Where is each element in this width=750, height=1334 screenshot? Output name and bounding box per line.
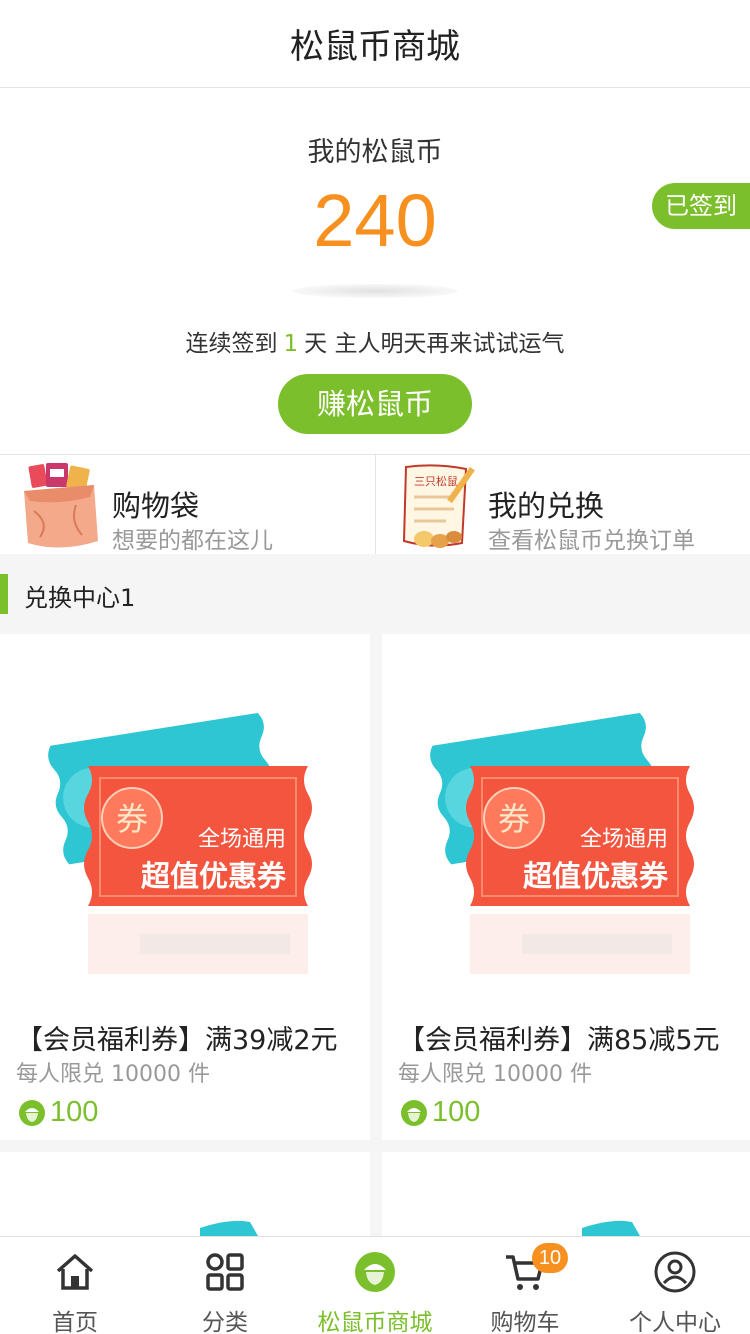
cart-count-badge: 10: [532, 1243, 568, 1273]
streak-days: 1: [283, 331, 299, 357]
page-title: 松鼠币商城: [290, 27, 460, 67]
svg-text:三只松鼠: 三只松鼠: [414, 474, 458, 488]
nav-header: 松鼠币商城: [0, 0, 750, 88]
tab-category[interactable]: 分类: [150, 1237, 300, 1334]
shortcut-title: 我的兑换: [488, 489, 605, 523]
streak-suffix: 天 主人明天再来试试运气: [304, 331, 565, 357]
shortcut-title: 购物袋: [112, 489, 200, 523]
coupon-image: [200, 1220, 258, 1236]
tab-label: 松鼠币商城: [317, 1310, 433, 1334]
grid-icon: [206, 1253, 244, 1291]
app-root: 松鼠币商城 我的松鼠币 240 已签到 连续签到 1 天 主人明天再来试试运气 赚松…: [0, 0, 750, 1334]
earn-coins-button[interactable]: 赚松鼠币: [278, 374, 472, 434]
product-price-value: 100: [50, 1096, 99, 1128]
coupon-big-text: 超值优惠券: [141, 859, 287, 893]
coin-panel: 我的松鼠币 240 已签到 连续签到 1 天 主人明天再来试试运气 赚松鼠币: [0, 88, 750, 454]
coin-shadow: [292, 284, 458, 298]
product-limit: 每人限兑 10000 件: [398, 1062, 592, 1087]
shortcut-my-exchange[interactable]: 三只松鼠 我的兑换 查看松鼠币兑换订单: [375, 455, 750, 555]
sign-streak-text: 连续签到 1 天 主人明天再来试试运气: [0, 324, 750, 358]
home-icon: [56, 1254, 94, 1290]
coupon-stamp: 券: [116, 800, 148, 838]
shortcut-shopping-bag[interactable]: 购物袋 想要的都在这儿: [0, 455, 375, 555]
product-name: 【会员福利券】满39减2元: [16, 1025, 338, 1056]
coupon-stamp: 券: [498, 800, 530, 838]
coupon-small-text: 全场通用: [198, 827, 286, 852]
bottom-tab-bar: 首页 分类 松鼠币商城 10 购物车 个人中心: [0, 1236, 750, 1334]
section-accent-bar: [0, 574, 8, 614]
exchange-list-icon: 三只松鼠: [402, 464, 475, 548]
streak-prefix: 连续签到: [185, 331, 278, 357]
coupon-image: 券 全场通用 超值优惠券: [430, 712, 694, 974]
coupon-big-text: 超值优惠券: [523, 859, 669, 893]
tab-cart[interactable]: 10 购物车: [450, 1237, 600, 1334]
tab-label: 首页: [52, 1310, 98, 1334]
signed-in-badge[interactable]: 已签到: [652, 183, 750, 229]
product-price: 100: [18, 1096, 98, 1129]
coupon-image: 券 全场通用 超值优惠券: [48, 712, 312, 974]
tab-profile[interactable]: 个人中心: [600, 1237, 750, 1334]
shortcut-row: 购物袋 想要的都在这儿 三只松鼠 我的兑换 查看松鼠币兑换订单: [0, 454, 750, 555]
shortcut-subtitle: 想要的都在这儿: [112, 528, 273, 554]
tab-label: 购物车: [490, 1310, 560, 1334]
coupon-image: [582, 1220, 640, 1236]
tab-label: 个人中心: [629, 1310, 721, 1334]
user-icon: [654, 1251, 696, 1293]
section-header: 兑换中心1: [0, 554, 750, 634]
shopping-bag-icon: [24, 463, 98, 548]
product-price: 100: [400, 1096, 480, 1129]
product-card[interactable]: 券 全场通用 超值优惠券 【会员福利券】满85减5元 每人限兑 10000 件 …: [382, 634, 750, 1140]
tab-coin-mall[interactable]: 松鼠币商城: [300, 1237, 450, 1334]
acorn-coin-icon: [401, 1099, 427, 1126]
coin-label: 我的松鼠币: [307, 137, 443, 168]
tab-label: 分类: [202, 1310, 248, 1334]
coin-balance: 240: [313, 179, 437, 262]
product-name: 【会员福利券】满85减5元: [398, 1025, 720, 1056]
product-price-value: 100: [432, 1096, 481, 1128]
coupon-small-text: 全场通用: [580, 827, 668, 852]
tab-home[interactable]: 首页: [0, 1237, 150, 1334]
acorn-coin-icon: [19, 1099, 45, 1126]
product-limit: 每人限兑 10000 件: [16, 1062, 210, 1087]
acorn-coin-icon: [355, 1252, 395, 1292]
section-title: 兑换中心1: [24, 584, 136, 612]
product-card[interactable]: [382, 1152, 750, 1236]
shortcut-subtitle: 查看松鼠币兑换订单: [488, 528, 695, 554]
product-card[interactable]: 券 全场通用 超值优惠券 【会员福利券】满39减2元 每人限兑 10000 件 …: [0, 634, 370, 1140]
product-card[interactable]: [0, 1152, 370, 1236]
